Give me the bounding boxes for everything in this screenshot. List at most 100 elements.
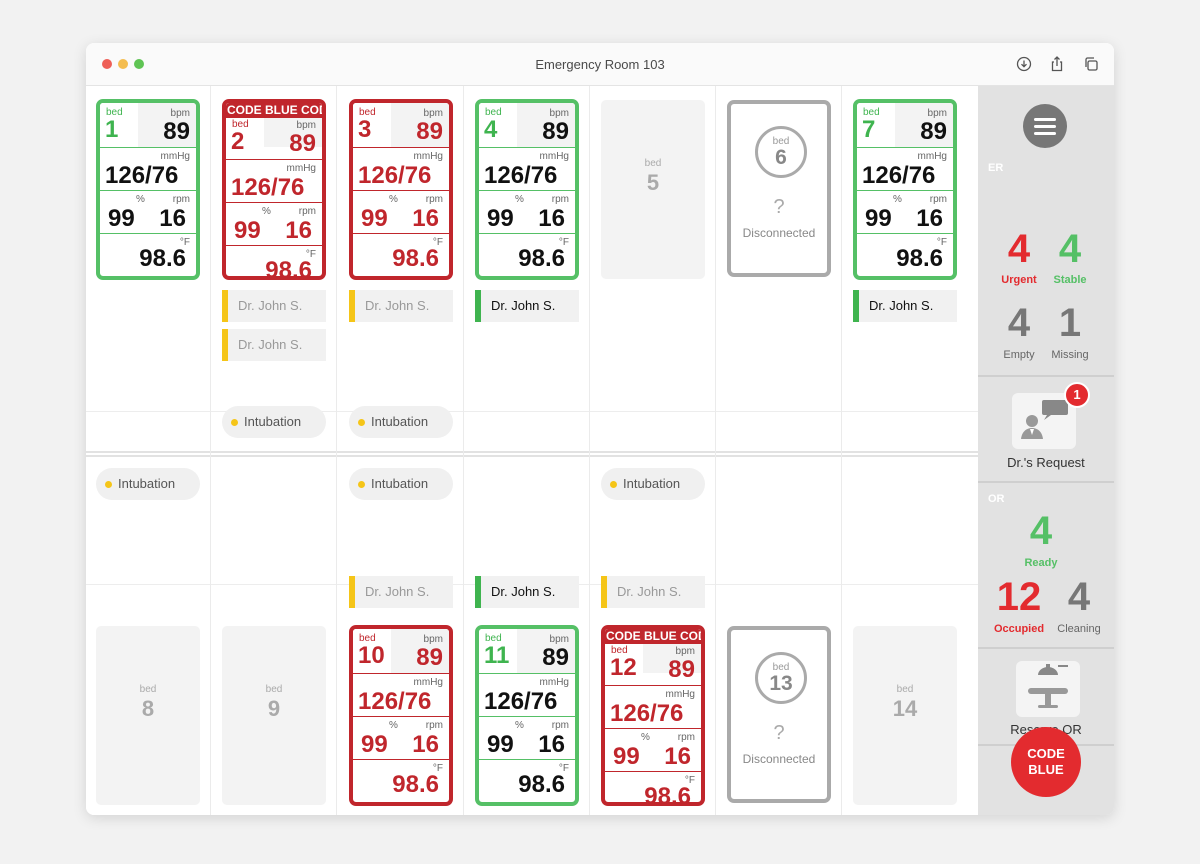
or-section-label: OR <box>988 493 1005 505</box>
temperature-value: 98.6 <box>644 783 691 806</box>
blood-pressure-unit: mmHg <box>539 151 569 162</box>
blood-pressure-unit: mmHg <box>160 151 190 162</box>
disconnected-bed-13[interactable]: bed 13? Disconnected <box>727 626 831 803</box>
bed-card-12[interactable]: CODE BLUE CODE BLUEbed12bpm89mmHg126/76%… <box>601 625 705 806</box>
bed-card-4[interactable]: bed 4 bpm 89 mmHg 126/76% rpm 99 16 °F 98.6 <box>475 99 579 280</box>
vitals-separator <box>479 716 575 717</box>
resp-rate-unit: rpm <box>551 720 569 731</box>
spo2-unit: % <box>515 194 524 205</box>
or-occupied-label: Occupied <box>993 623 1045 635</box>
blood-pressure-value: 126/76 <box>358 162 432 189</box>
doctor-name: Dr. John S. <box>491 298 556 313</box>
blood-pressure-value: 126/76 <box>862 162 936 189</box>
spo2-unit: % <box>893 194 902 205</box>
spo2-unit: % <box>136 194 145 205</box>
vitals-separator <box>605 771 701 772</box>
vitals-separator <box>353 759 449 760</box>
bed-card-1[interactable]: bed 1 bpm 89 mmHg 126/76% rpm 99 16 °F 98.6 <box>96 99 200 280</box>
resp-rate-unit: rpm <box>551 194 569 205</box>
procedure-pill[interactable]: Intubation <box>349 468 453 500</box>
procedure-pill[interactable]: Intubation <box>349 406 453 438</box>
empty-bed-14[interactable]: bed 14 <box>853 626 957 805</box>
menu-button[interactable] <box>1023 104 1067 148</box>
procedure-status-dot <box>358 481 365 488</box>
bed-label: bed <box>644 158 662 169</box>
procedure-pill[interactable]: Intubation <box>601 468 705 500</box>
doctor-name: Dr. John S. <box>491 584 556 599</box>
procedure-pill[interactable]: Intubation <box>222 406 326 438</box>
disconnected-label: Disconnected <box>742 752 816 766</box>
resp-rate-unit: rpm <box>172 194 190 205</box>
blood-pressure-unit: mmHg <box>413 151 443 162</box>
heart-rate-value: 89 <box>668 656 695 683</box>
spo2-unit: % <box>389 194 398 205</box>
share-icon[interactable] <box>1048 55 1066 73</box>
stable-label: Stable <box>1053 274 1087 286</box>
doctor-request-label: Dr.'s Request <box>1007 455 1085 470</box>
resp-rate-value: 16 <box>916 205 943 232</box>
spo2-unit: % <box>389 720 398 731</box>
download-icon[interactable] <box>1015 55 1033 73</box>
doctor-assignment[interactable]: Dr. John S. <box>349 290 453 322</box>
temperature-value: 98.6 <box>518 245 565 272</box>
disconnected-bed-6[interactable]: bed 6? Disconnected <box>727 100 831 277</box>
doctor-assignment[interactable]: Dr. John S. <box>601 576 705 608</box>
vitals-separator <box>353 190 449 191</box>
bed-card-7[interactable]: bed 7 bpm 89 mmHg 126/76% rpm 99 16 °F 98.6 <box>853 99 957 280</box>
heart-rate-value: 89 <box>416 644 443 671</box>
title-bar: Emergency Room 103 <box>86 43 1114 86</box>
spo2-value: 99 <box>361 205 388 232</box>
disconnected-label: Disconnected <box>742 226 816 240</box>
empty-bed-5[interactable]: bed 5 <box>601 100 705 279</box>
doctor-assignment[interactable]: Dr. John S. <box>853 290 957 322</box>
bed-card-11[interactable]: bed 11 bpm 89 mmHg 126/76% rpm 99 16 °F 98.6 <box>475 625 579 806</box>
procedure-label: Intubation <box>371 476 429 491</box>
or-occupied-count: 12 <box>996 575 1042 619</box>
vitals-separator <box>353 233 449 234</box>
doctor-name: Dr. John S. <box>365 298 430 313</box>
spo2-value: 99 <box>865 205 892 232</box>
doctor-assignment[interactable]: Dr. John S. <box>475 576 579 608</box>
procedure-status-dot <box>358 419 365 426</box>
doctor-assignment[interactable]: Dr. John S. <box>475 290 579 322</box>
doctor-assignment[interactable]: Dr. John S. <box>349 576 453 608</box>
sidebar: ER 4 Urgent 4 Stable 4 Empty 1 Missing 1… <box>978 86 1114 815</box>
doctor-assignment[interactable]: Dr. John S. <box>222 329 326 361</box>
empty-bed-8[interactable]: bed 8 <box>96 626 200 805</box>
vitals-separator <box>353 147 449 148</box>
bed-card-10[interactable]: bed 10 bpm 89 mmHg 126/76% rpm 99 16 °F 98.6 <box>349 625 453 806</box>
doctor-name: Dr. John S. <box>365 584 430 599</box>
resp-rate-value: 16 <box>538 731 565 758</box>
copy-icon[interactable] <box>1082 55 1100 73</box>
assignment-status-bar <box>853 290 859 322</box>
vitals-separator <box>857 147 953 148</box>
vitals-separator <box>353 716 449 717</box>
vitals-separator <box>479 233 575 234</box>
heart-rate-value: 89 <box>920 118 947 145</box>
empty-bed-9[interactable]: bed 9 <box>222 626 326 805</box>
temperature-value: 98.6 <box>139 245 186 272</box>
doctor-assignment[interactable]: Dr. John S. <box>222 290 326 322</box>
or-ready-count: 4 <box>1029 509 1053 553</box>
heart-rate-value: 89 <box>163 118 190 145</box>
blood-pressure-unit: mmHg <box>413 677 443 688</box>
resp-rate-value: 16 <box>412 731 439 758</box>
bed-card-2[interactable]: CODE BLUE CODE BLUEbed2bpm89mmHg126/76%r… <box>222 99 326 280</box>
procedure-pill[interactable]: Intubation <box>96 468 200 500</box>
reserve-or-button[interactable] <box>1016 661 1080 717</box>
doctor-name: Dr. John S. <box>617 584 682 599</box>
bed-number: 11 <box>484 642 510 669</box>
window-title: Emergency Room 103 <box>535 57 665 72</box>
assignment-status-bar <box>222 329 228 361</box>
bed-number: 6 <box>775 146 787 169</box>
resp-rate-unit: rpm <box>298 206 316 217</box>
code-blue-button[interactable]: CODE BLUE <box>1011 727 1081 797</box>
vitals-separator <box>857 190 953 191</box>
bed-number: 4 <box>484 116 498 143</box>
missing-count: 1 <box>1058 301 1082 345</box>
temperature-value: 98.6 <box>392 771 439 798</box>
bed-card-3[interactable]: bed 3 bpm 89 mmHg 126/76% rpm 99 16 °F 98.6 <box>349 99 453 280</box>
temperature-value: 98.6 <box>265 257 312 280</box>
vitals-separator <box>605 685 701 686</box>
blood-pressure-value: 126/76 <box>610 700 684 727</box>
